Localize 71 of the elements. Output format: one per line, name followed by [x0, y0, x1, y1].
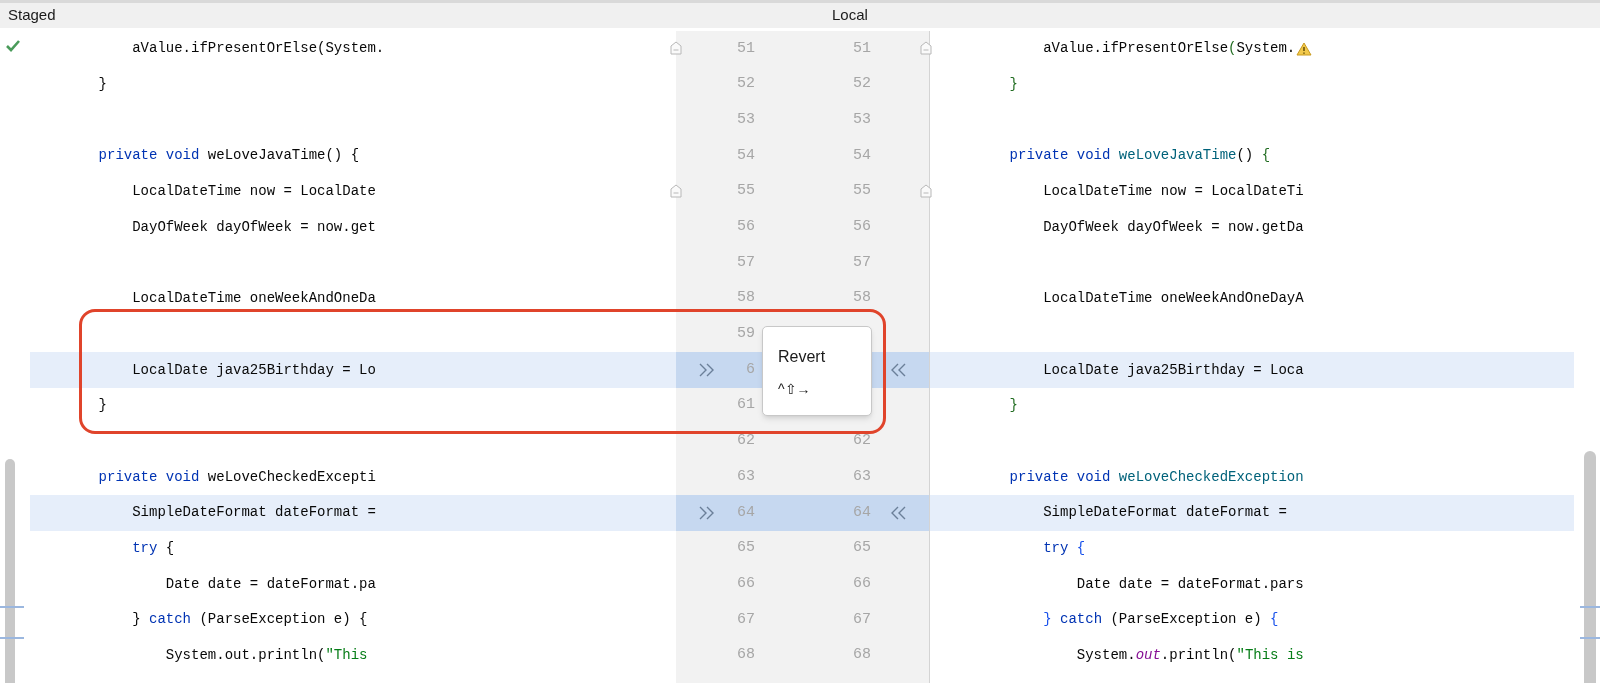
- code-line: try {: [131, 538, 176, 558]
- code-line: private void weLoveJavaTime() {: [97, 146, 361, 166]
- line-number: 56: [853, 217, 871, 238]
- code-line: private void weLoveCheckedExcepti: [97, 467, 377, 487]
- line-number: 61: [737, 395, 755, 416]
- line-number: 64: [737, 502, 755, 523]
- code-line: } catch (ParseException e) {: [1042, 610, 1280, 630]
- code-line: try {: [1042, 538, 1087, 558]
- line-number: 54: [737, 145, 755, 166]
- code-line: }: [1008, 75, 1019, 95]
- accept-change-icon: [698, 363, 716, 378]
- line-number: 51: [737, 38, 755, 59]
- line-number: 57: [853, 252, 871, 273]
- code-line: }: [97, 396, 108, 416]
- line-number: 68: [737, 645, 755, 666]
- code-line: LocalDateTime now = LocalDateTi: [1042, 182, 1305, 202]
- line-number: 65: [737, 538, 755, 559]
- pane-title: Local: [832, 5, 868, 26]
- line-number: 53: [737, 109, 755, 130]
- code-line: DayOfWeek dayOfWeek = now.getDa: [1042, 217, 1305, 237]
- code-line: private void weLoveJavaTime() {: [1008, 146, 1272, 166]
- code-line: LocalDateTime oneWeekAndOneDa: [131, 289, 377, 309]
- line-number: 52: [853, 74, 871, 95]
- line-number: 67: [853, 609, 871, 630]
- line-number: 56: [737, 217, 755, 238]
- accept-change-icon: [890, 505, 908, 520]
- line-number: 55: [737, 181, 755, 202]
- change-marker: [0, 637, 24, 639]
- code-line: DayOfWeek dayOfWeek = now.get: [131, 217, 377, 237]
- change-marker: [1580, 637, 1600, 639]
- line-number: 66: [737, 573, 755, 594]
- accept-change-icon: [890, 363, 908, 378]
- line-number: 68: [853, 645, 871, 666]
- line-number: 63: [853, 466, 871, 487]
- change-marker: [1580, 606, 1600, 608]
- line-number: 67: [737, 609, 755, 630]
- line-number: 62: [737, 431, 755, 452]
- code-line: Date date = dateFormat.pa: [164, 574, 377, 594]
- code-line: Date date = dateFormat.pars: [1075, 574, 1305, 594]
- code-line: System.out.println("This: [164, 646, 369, 666]
- accept-change-icon: [698, 505, 716, 520]
- revert-menu-item[interactable]: Revert: [778, 345, 871, 369]
- code-line: LocalDateTime now = LocalDate: [131, 182, 377, 202]
- code-line: System.out.println("This is: [1075, 646, 1305, 666]
- line-number: 63: [737, 466, 755, 487]
- code-line: aValue.ifPresentOrElse(System.: [930, 31, 1574, 67]
- line-number: 6: [746, 359, 755, 380]
- scrollbar[interactable]: [5, 459, 15, 683]
- line-number: 65: [853, 538, 871, 559]
- line-number: 59: [737, 324, 755, 345]
- line-number: 53: [853, 109, 871, 130]
- line-number: 51: [853, 38, 871, 59]
- line-number: 54: [853, 145, 871, 166]
- pane-title: Staged: [8, 5, 56, 26]
- line-number: 58: [853, 288, 871, 309]
- line-number: 66: [853, 573, 871, 594]
- line-number: 52: [737, 74, 755, 95]
- code-line: }: [97, 75, 108, 95]
- scrollbar[interactable]: [1584, 451, 1596, 683]
- line-number: 55: [853, 181, 871, 202]
- line-number: 57: [737, 252, 755, 273]
- code-line: private void weLoveCheckedException: [1008, 467, 1305, 487]
- line-number: 58: [737, 288, 755, 309]
- code-line: aValue.ifPresentOrElse(System.: [131, 39, 386, 59]
- code-line: }: [1008, 396, 1019, 416]
- shortcut-label: ^⇧→: [778, 380, 812, 399]
- line-number: 64: [853, 502, 871, 523]
- code-line: LocalDateTime oneWeekAndOneDayA: [1042, 289, 1305, 309]
- line-number: 62: [853, 431, 871, 452]
- change-marker: [0, 606, 24, 608]
- code-line: } catch (ParseException e) {: [131, 610, 369, 630]
